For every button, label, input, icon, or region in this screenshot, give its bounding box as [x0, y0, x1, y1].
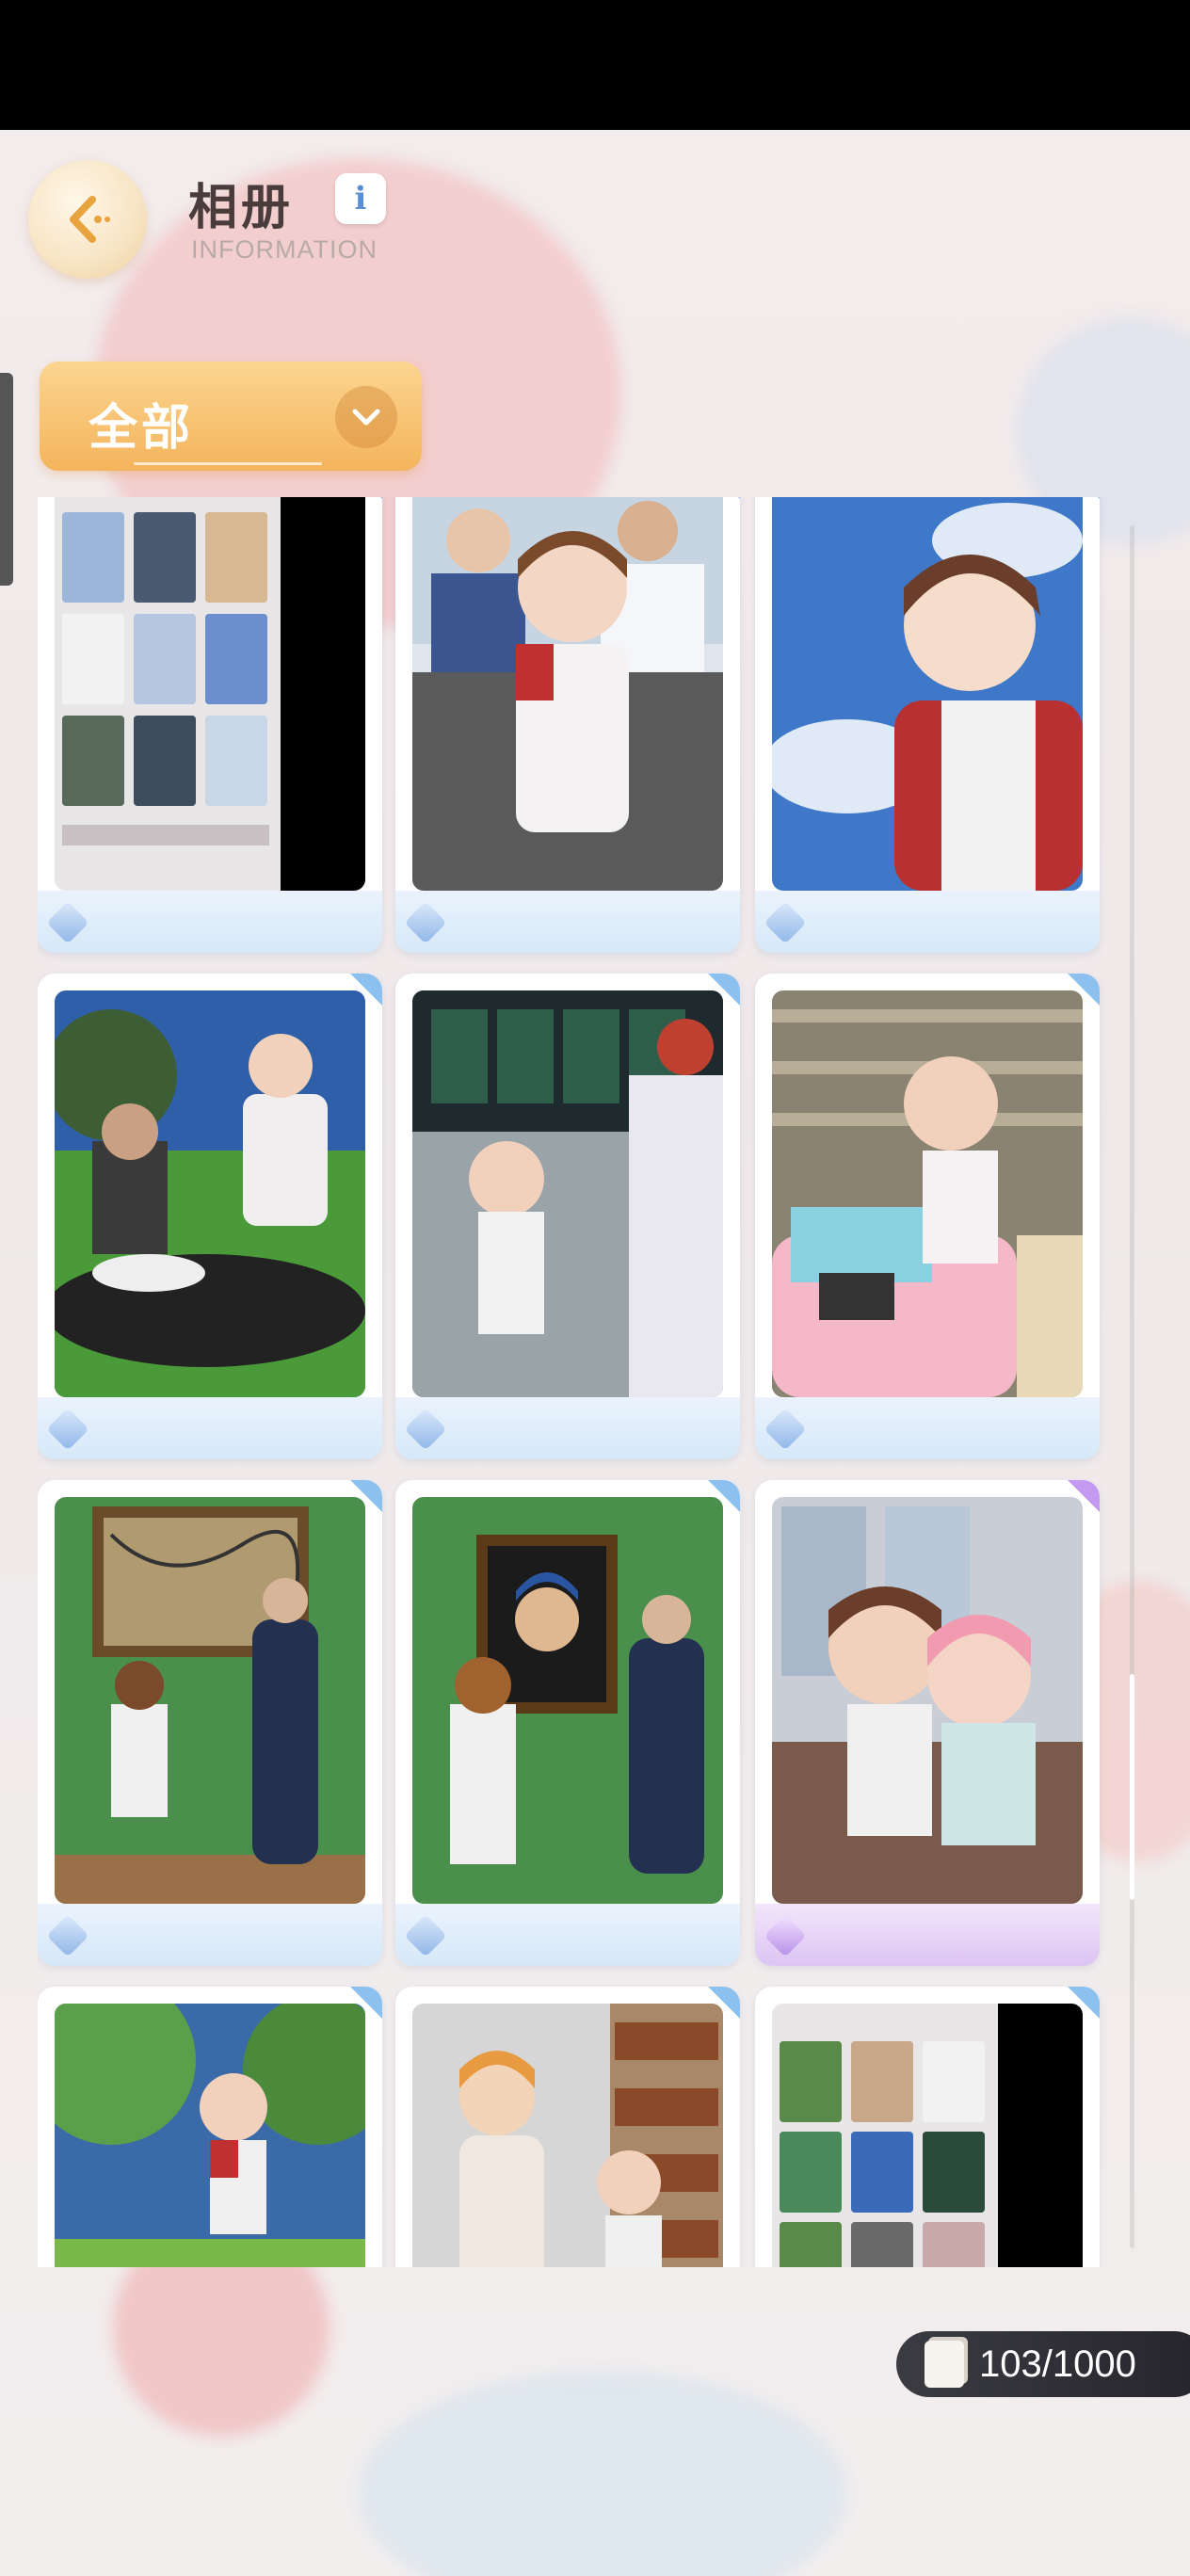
chevron-down-icon	[335, 386, 397, 448]
status-bar	[0, 0, 1190, 130]
card-footer	[38, 1397, 382, 1459]
page-title: 相册	[188, 181, 295, 235]
card-corner-tab	[1068, 1480, 1100, 1512]
photo-card[interactable]	[395, 974, 740, 1459]
photo-thumbnail[interactable]	[412, 990, 723, 1397]
side-tab-handle[interactable]	[0, 373, 13, 586]
card-footer	[395, 1397, 740, 1459]
photo-card[interactable]	[395, 497, 740, 953]
photo-thumbnail[interactable]	[55, 990, 365, 1397]
filter-dropdown[interactable]: 全部	[40, 362, 422, 471]
photo-card[interactable]	[755, 1480, 1100, 1966]
card-footer	[755, 891, 1100, 953]
photo-thumbnail[interactable]	[772, 497, 1083, 891]
card-corner-tab	[708, 1987, 740, 2019]
photo-thumbnail[interactable]	[55, 2004, 365, 2267]
photo-card[interactable]	[38, 497, 382, 953]
filter-label: 全部	[88, 401, 195, 456]
card-footer	[395, 1904, 740, 1966]
photo-thumbnail[interactable]	[772, 2004, 1083, 2267]
album-screen: 相册 i INFORMATION 全部 103/1000	[0, 130, 1190, 2576]
card-corner-tab	[708, 1480, 740, 1512]
card-corner-tab	[1068, 974, 1100, 1006]
photo-card[interactable]	[38, 1480, 382, 1966]
info-icon[interactable]: i	[335, 173, 386, 224]
photo-thumbnail[interactable]	[412, 1497, 723, 1904]
scrollbar[interactable]	[1130, 525, 1134, 2248]
card-corner-tab	[1068, 1987, 1100, 2019]
card-corner-tab	[350, 1480, 382, 1512]
photo-card[interactable]	[755, 497, 1100, 953]
photo-gallery[interactable]	[38, 497, 1111, 2267]
card-corner-tab	[350, 1987, 382, 2019]
filter-underline	[134, 462, 322, 465]
photo-stack-icon	[925, 2341, 964, 2388]
back-button[interactable]	[28, 160, 147, 279]
background-blob	[358, 2371, 847, 2576]
photo-count-badge: 103/1000	[896, 2331, 1190, 2397]
card-footer	[38, 891, 382, 953]
photo-card[interactable]	[395, 1987, 740, 2267]
photo-thumbnail[interactable]	[772, 990, 1083, 1397]
card-footer	[395, 891, 740, 953]
card-corner-tab	[350, 497, 382, 499]
photo-card[interactable]	[395, 1480, 740, 1966]
page-subtitle: INFORMATION	[191, 235, 378, 264]
photo-thumbnail[interactable]	[412, 497, 723, 891]
scrollbar-thumb[interactable]	[1130, 1674, 1134, 1900]
photo-thumbnail[interactable]	[55, 497, 365, 891]
card-corner-tab	[708, 497, 740, 499]
back-arrow-icon	[70, 196, 110, 243]
card-footer	[755, 1397, 1100, 1459]
photo-card[interactable]	[38, 974, 382, 1459]
photo-thumbnail[interactable]	[412, 2004, 723, 2267]
card-corner-tab	[1068, 497, 1100, 499]
card-corner-tab	[708, 974, 740, 1006]
photo-card[interactable]	[755, 974, 1100, 1459]
photo-card[interactable]	[38, 1987, 382, 2267]
photo-card[interactable]	[755, 1987, 1100, 2267]
photo-thumbnail[interactable]	[55, 1497, 365, 1904]
photo-thumbnail[interactable]	[772, 1497, 1083, 1904]
card-footer	[38, 1904, 382, 1966]
photo-count: 103/1000	[979, 2343, 1136, 2385]
card-footer	[755, 1904, 1100, 1966]
card-corner-tab	[350, 974, 382, 1006]
